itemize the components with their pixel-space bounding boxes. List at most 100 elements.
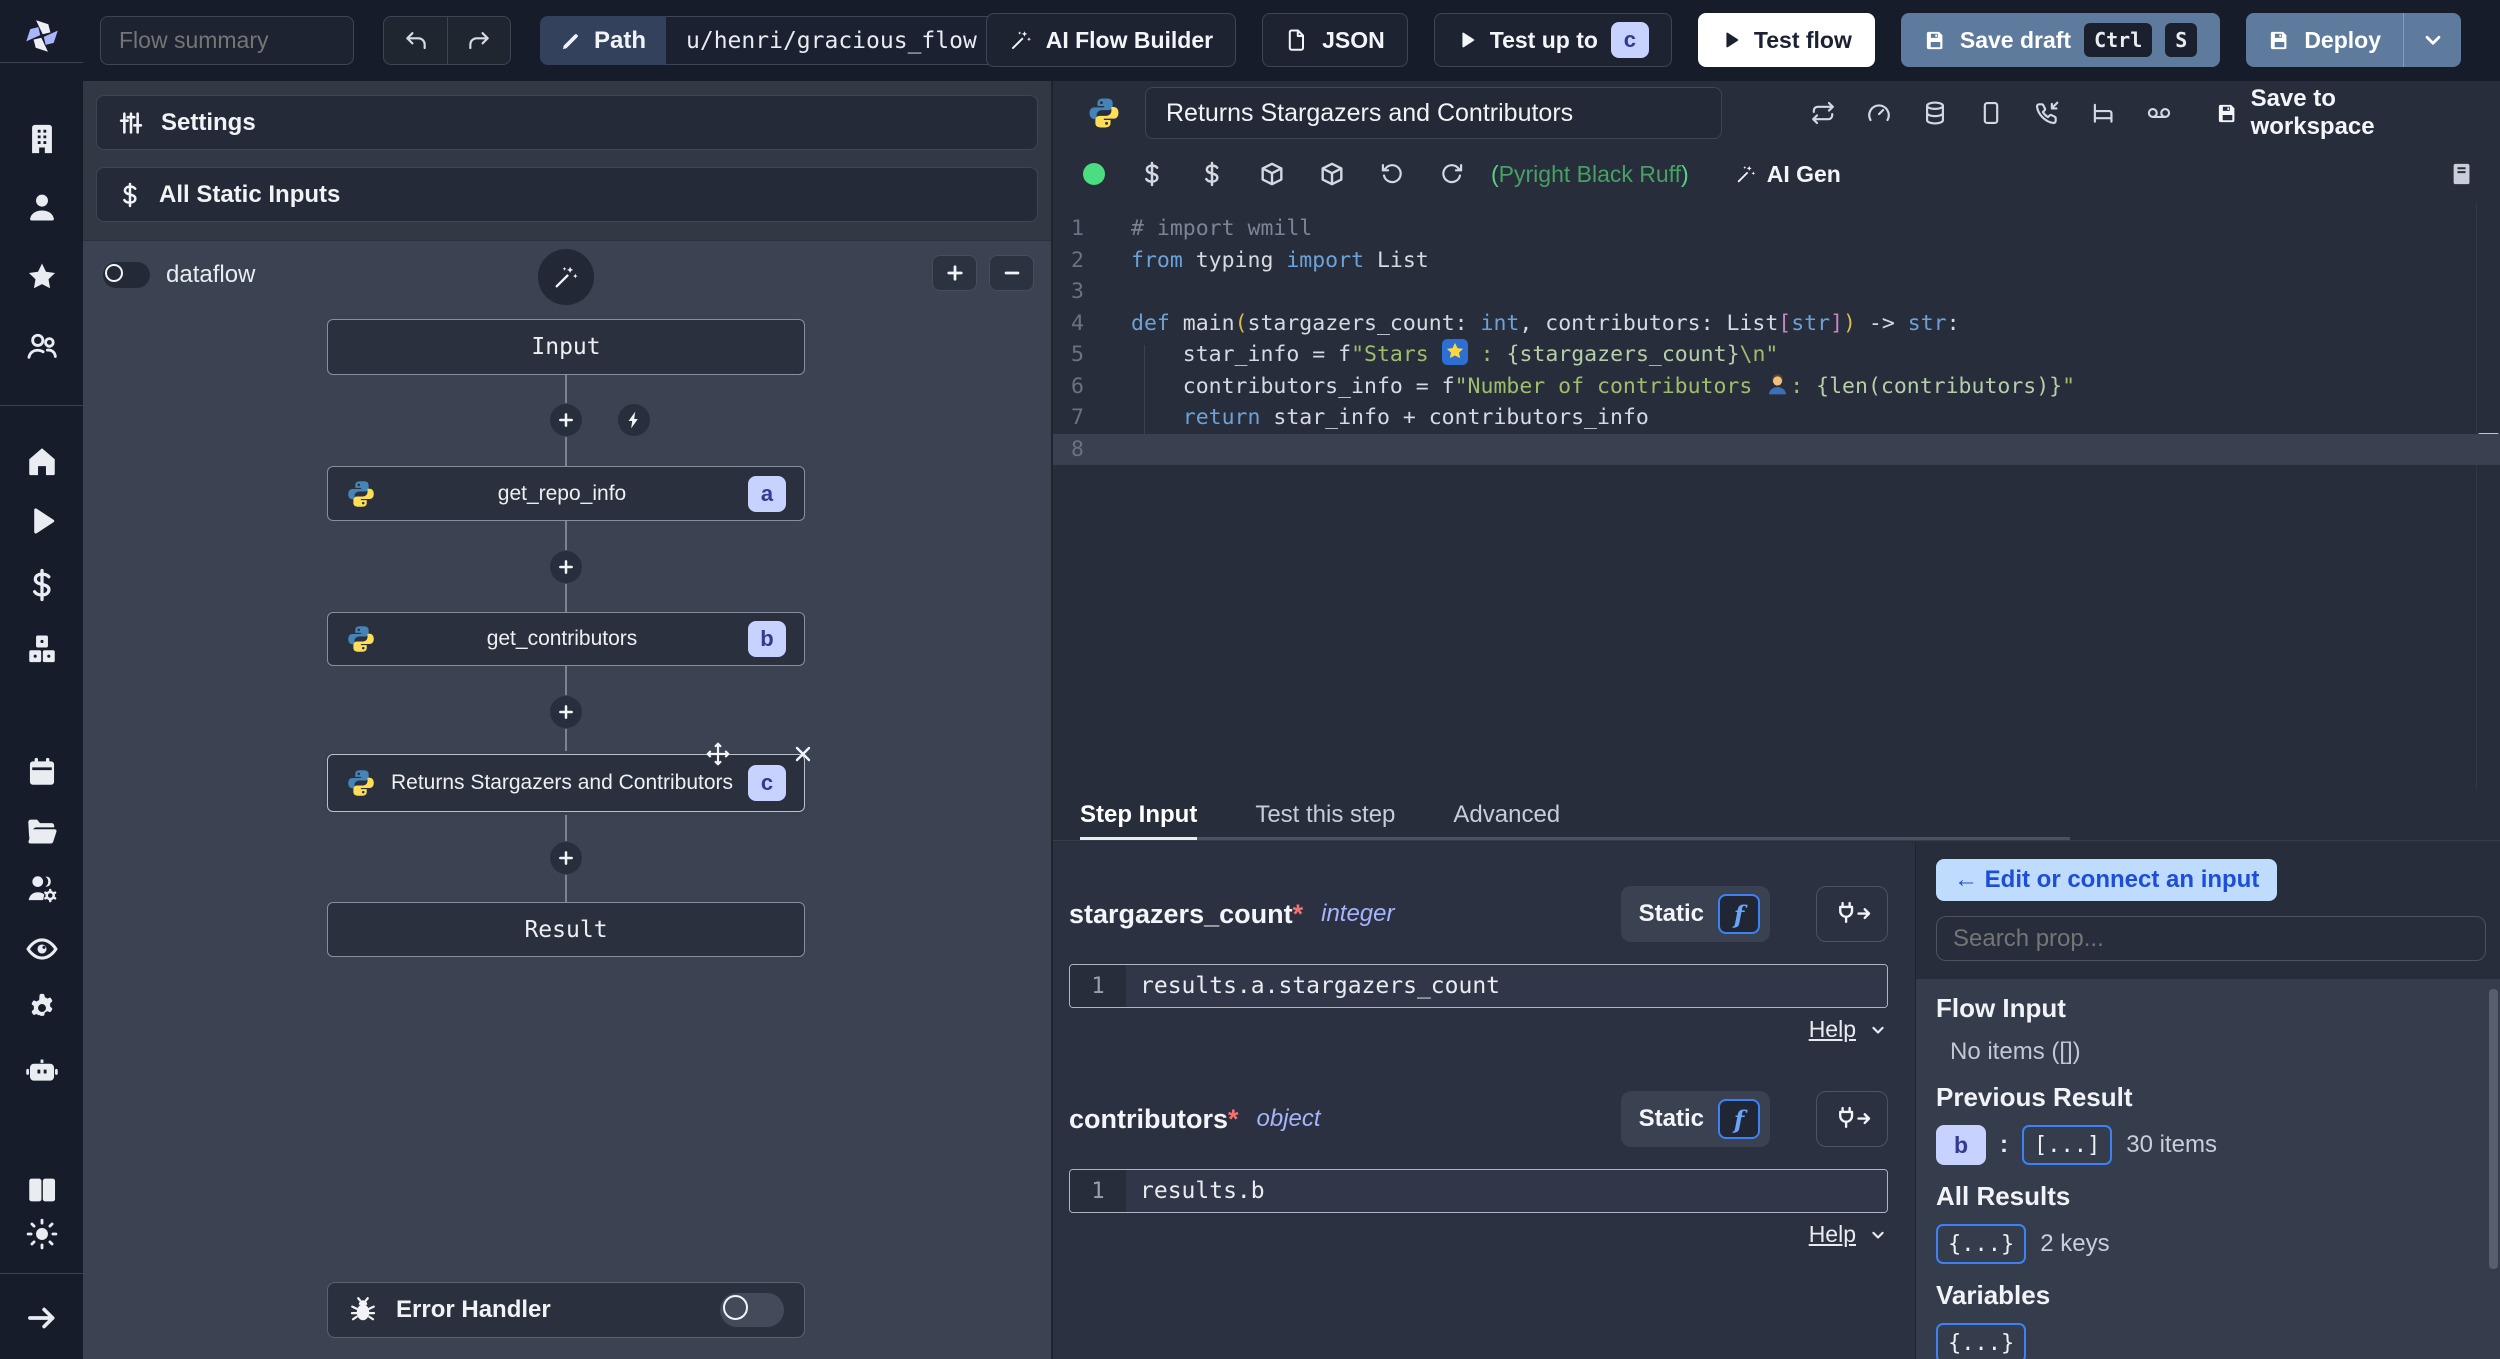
chevron-down-icon[interactable] — [1868, 1020, 1888, 1040]
flow-settings-button[interactable]: Settings — [96, 95, 1038, 150]
code-line-4[interactable]: 4 def main(stargazers_count: int, contrib… — [1053, 308, 2500, 340]
sidebar-item-folder-open[interactable] — [0, 814, 83, 848]
rotate-ccw-icon[interactable] — [1379, 161, 1405, 187]
trigger-button[interactable] — [617, 403, 651, 437]
sidebar-item-users[interactable] — [0, 329, 83, 363]
sidebar-item-sun[interactable] — [0, 1217, 83, 1251]
voicemail-icon[interactable] — [2146, 100, 2172, 126]
code-line-7[interactable]: 7 return star_info + contributors_info — [1053, 402, 2500, 434]
ai-wand-button[interactable] — [538, 249, 594, 305]
sleep-bed-icon[interactable] — [2090, 100, 2116, 126]
sidebar-item-calendar[interactable] — [0, 755, 83, 789]
step-node-b[interactable]: get_contributors b — [327, 612, 805, 666]
insert-step-button[interactable] — [549, 550, 583, 584]
prop-scrollbar-thumb[interactable] — [2489, 989, 2498, 1269]
all-static-inputs-button[interactable]: All Static Inputs — [96, 167, 1038, 222]
save-to-workspace-button[interactable]: Save to workspace — [2216, 85, 2466, 141]
sidebar-item-home[interactable] — [0, 444, 83, 478]
step-title-input[interactable] — [1145, 87, 1722, 139]
sidebar-item-arrow-right[interactable] — [0, 1301, 83, 1335]
flow-summary-input[interactable] — [100, 16, 354, 65]
ai-flow-builder-button[interactable]: AI Flow Builder — [985, 13, 1237, 67]
insert-step-button[interactable] — [549, 403, 583, 437]
tab-test-this-step[interactable]: Test this step — [1255, 795, 1395, 840]
sidebar-item-building[interactable] — [0, 122, 83, 156]
deploy-dropdown-button[interactable] — [2403, 13, 2461, 67]
help-link[interactable]: Help — [1809, 1221, 1856, 1248]
error-handler-node[interactable]: Error Handler — [327, 1282, 805, 1338]
result-node[interactable]: Result — [327, 902, 805, 957]
sidebar-item-play[interactable] — [0, 504, 83, 538]
package-icon[interactable] — [1319, 161, 1345, 187]
phone-incoming-icon[interactable] — [2034, 100, 2060, 126]
tablet-icon[interactable] — [1978, 100, 2004, 126]
sidebar-item-users-gear[interactable] — [0, 871, 83, 905]
code-line-3[interactable]: 3 — [1053, 276, 2500, 308]
sidebar-item-bot[interactable] — [0, 1053, 83, 1087]
collapsed-object-badge[interactable]: {...} — [1936, 1323, 2027, 1359]
dollar-icon[interactable] — [1199, 161, 1225, 187]
chevron-down-icon[interactable] — [1868, 1225, 1888, 1245]
javascript-expr-chip[interactable]: f — [1718, 1099, 1760, 1139]
tab-step-input[interactable]: Step Input — [1080, 795, 1198, 840]
redo-button[interactable] — [447, 17, 510, 64]
expr-value[interactable]: results.a.stargazers_count — [1126, 965, 1887, 1007]
sync-icon[interactable] — [1810, 100, 1836, 126]
path-value[interactable]: u/henri/gracious_flow — [666, 16, 1027, 65]
collapsed-array-badge[interactable]: [...] — [2022, 1125, 2113, 1165]
sidebar-item-user[interactable] — [0, 190, 83, 224]
dataflow-toggle[interactable] — [103, 262, 150, 288]
run-status-dot[interactable] — [1083, 163, 1105, 185]
step-node-c-selected[interactable]: Returns Stargazers and Contributors c — [327, 754, 805, 812]
search-prop-input[interactable] — [1936, 916, 2486, 961]
tab-advanced[interactable]: Advanced — [1453, 795, 1560, 840]
edit-or-connect-button[interactable]: ← Edit or connect an input — [1936, 859, 2278, 901]
insert-step-button[interactable] — [549, 695, 583, 729]
path-chip[interactable]: Path — [540, 16, 667, 65]
gauge-icon[interactable] — [1866, 100, 1892, 126]
collapsed-object-badge[interactable]: {...} — [1936, 1224, 2027, 1264]
step-node-a[interactable]: get_repo_info a — [327, 466, 805, 521]
sidebar-item-star[interactable] — [0, 260, 83, 294]
package-icon[interactable] — [1259, 161, 1285, 187]
test-flow-button[interactable]: Test flow — [1697, 13, 1875, 67]
sidebar-item-boxes[interactable] — [0, 632, 83, 666]
deploy-button[interactable]: Deploy — [2246, 13, 2403, 67]
save-draft-button[interactable]: Save draft Ctrl S — [1900, 13, 2221, 67]
undo-button[interactable] — [384, 17, 447, 64]
javascript-expr-chip[interactable]: f — [1718, 894, 1760, 934]
database-icon[interactable] — [1922, 100, 1948, 126]
code-line-6[interactable]: 6 contributors_info = f"Number of contri… — [1053, 371, 2500, 403]
code-line-8[interactable]: 8 — [1053, 433, 2500, 465]
json-button[interactable]: JSON — [1262, 13, 1408, 67]
zoom-in-button[interactable] — [932, 255, 977, 291]
sidebar-item-dollar[interactable] — [0, 568, 83, 602]
sidebar-item-gear[interactable] — [0, 991, 83, 1025]
dollar-icon[interactable] — [1139, 161, 1165, 187]
zoom-out-button[interactable] — [989, 255, 1034, 291]
static-toggle[interactable]: Static f — [1620, 1091, 1770, 1147]
code-line-2[interactable]: 2 from typing import List — [1053, 245, 2500, 277]
ai-gen-button[interactable]: AI Gen — [1735, 161, 1841, 188]
code-editor[interactable]: 1 # import wmill 2 from typing import List 3… — [1053, 203, 2500, 795]
code-line-1[interactable]: 1 # import wmill — [1053, 213, 2500, 245]
code-line-5[interactable]: 5 star_info = f"Stars : {stargazers_coun… — [1053, 339, 2500, 371]
result-key-badge[interactable]: b — [1936, 1125, 1986, 1165]
delete-node-button[interactable] — [791, 742, 815, 766]
expr-value[interactable]: results.b — [1126, 1170, 1887, 1212]
expr-editor[interactable]: 1 results.b — [1069, 1169, 1888, 1213]
input-node[interactable]: Input — [327, 319, 805, 375]
expr-editor[interactable]: 1 results.a.stargazers_count — [1069, 964, 1888, 1008]
test-up-to-button[interactable]: Test up to c — [1433, 13, 1672, 67]
sidebar-item-eye[interactable] — [0, 932, 83, 966]
rotate-cw-icon[interactable] — [1439, 161, 1465, 187]
error-handler-toggle[interactable] — [720, 1293, 784, 1327]
windmill-logo[interactable] — [0, 15, 83, 57]
help-link[interactable]: Help — [1809, 1016, 1856, 1043]
connect-input-button[interactable] — [1816, 886, 1888, 942]
notebook-icon[interactable] — [2448, 161, 2474, 187]
connect-input-button[interactable] — [1816, 1091, 1888, 1147]
sidebar-item-books[interactable] — [0, 1173, 83, 1207]
move-node-handle[interactable] — [705, 741, 731, 767]
insert-step-button[interactable] — [549, 841, 583, 875]
